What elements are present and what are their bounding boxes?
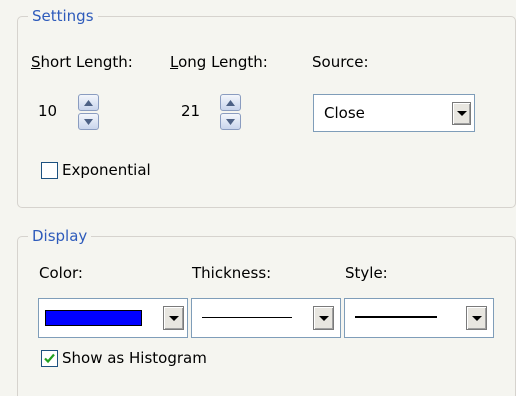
long-length-input[interactable]: 21 bbox=[181, 101, 200, 121]
chevron-down-icon bbox=[318, 315, 329, 321]
color-select[interactable] bbox=[38, 298, 188, 338]
chevron-down-icon bbox=[456, 111, 467, 116]
histogram-label: Show as Histogram bbox=[62, 349, 207, 367]
thickness-label: Thickness: bbox=[192, 264, 272, 282]
style-select[interactable] bbox=[344, 298, 494, 338]
source-label: Source: bbox=[312, 53, 369, 71]
source-select[interactable]: Close bbox=[313, 94, 475, 132]
arrow-down-icon bbox=[226, 118, 235, 125]
arrow-up-icon bbox=[226, 99, 235, 106]
long-length-down-button[interactable] bbox=[220, 113, 241, 130]
thickness-dropdown-button[interactable] bbox=[313, 306, 334, 330]
exponential-label: Exponential bbox=[62, 161, 151, 179]
histogram-checkbox[interactable] bbox=[41, 350, 58, 367]
display-group-title: Display bbox=[28, 226, 92, 246]
style-dropdown-button[interactable] bbox=[466, 306, 487, 330]
thickness-line-sample bbox=[202, 317, 292, 318]
style-label: Style: bbox=[345, 264, 388, 282]
chevron-down-icon bbox=[168, 315, 179, 321]
style-line-sample bbox=[355, 316, 437, 318]
color-dropdown-button[interactable] bbox=[163, 306, 184, 330]
long-length-up-button[interactable] bbox=[220, 94, 241, 111]
source-dropdown-button[interactable] bbox=[452, 102, 471, 125]
color-swatch bbox=[45, 310, 142, 326]
chevron-down-icon bbox=[471, 315, 482, 321]
arrow-up-icon bbox=[84, 99, 93, 106]
exponential-checkbox[interactable] bbox=[41, 162, 58, 179]
short-length-down-button[interactable] bbox=[78, 113, 99, 130]
short-length-label: Short Length: bbox=[31, 53, 133, 71]
color-label: Color: bbox=[39, 264, 83, 282]
short-length-spinner[interactable] bbox=[78, 94, 99, 130]
short-length-input[interactable]: 10 bbox=[38, 101, 57, 121]
source-select-value: Close bbox=[324, 104, 365, 122]
long-length-spinner[interactable] bbox=[220, 94, 241, 130]
long-length-label: Long Length: bbox=[170, 53, 268, 71]
arrow-down-icon bbox=[84, 118, 93, 125]
short-length-up-button[interactable] bbox=[78, 94, 99, 111]
thickness-select[interactable] bbox=[191, 298, 341, 338]
settings-group-title: Settings bbox=[28, 6, 98, 26]
checkmark-icon bbox=[44, 353, 55, 364]
